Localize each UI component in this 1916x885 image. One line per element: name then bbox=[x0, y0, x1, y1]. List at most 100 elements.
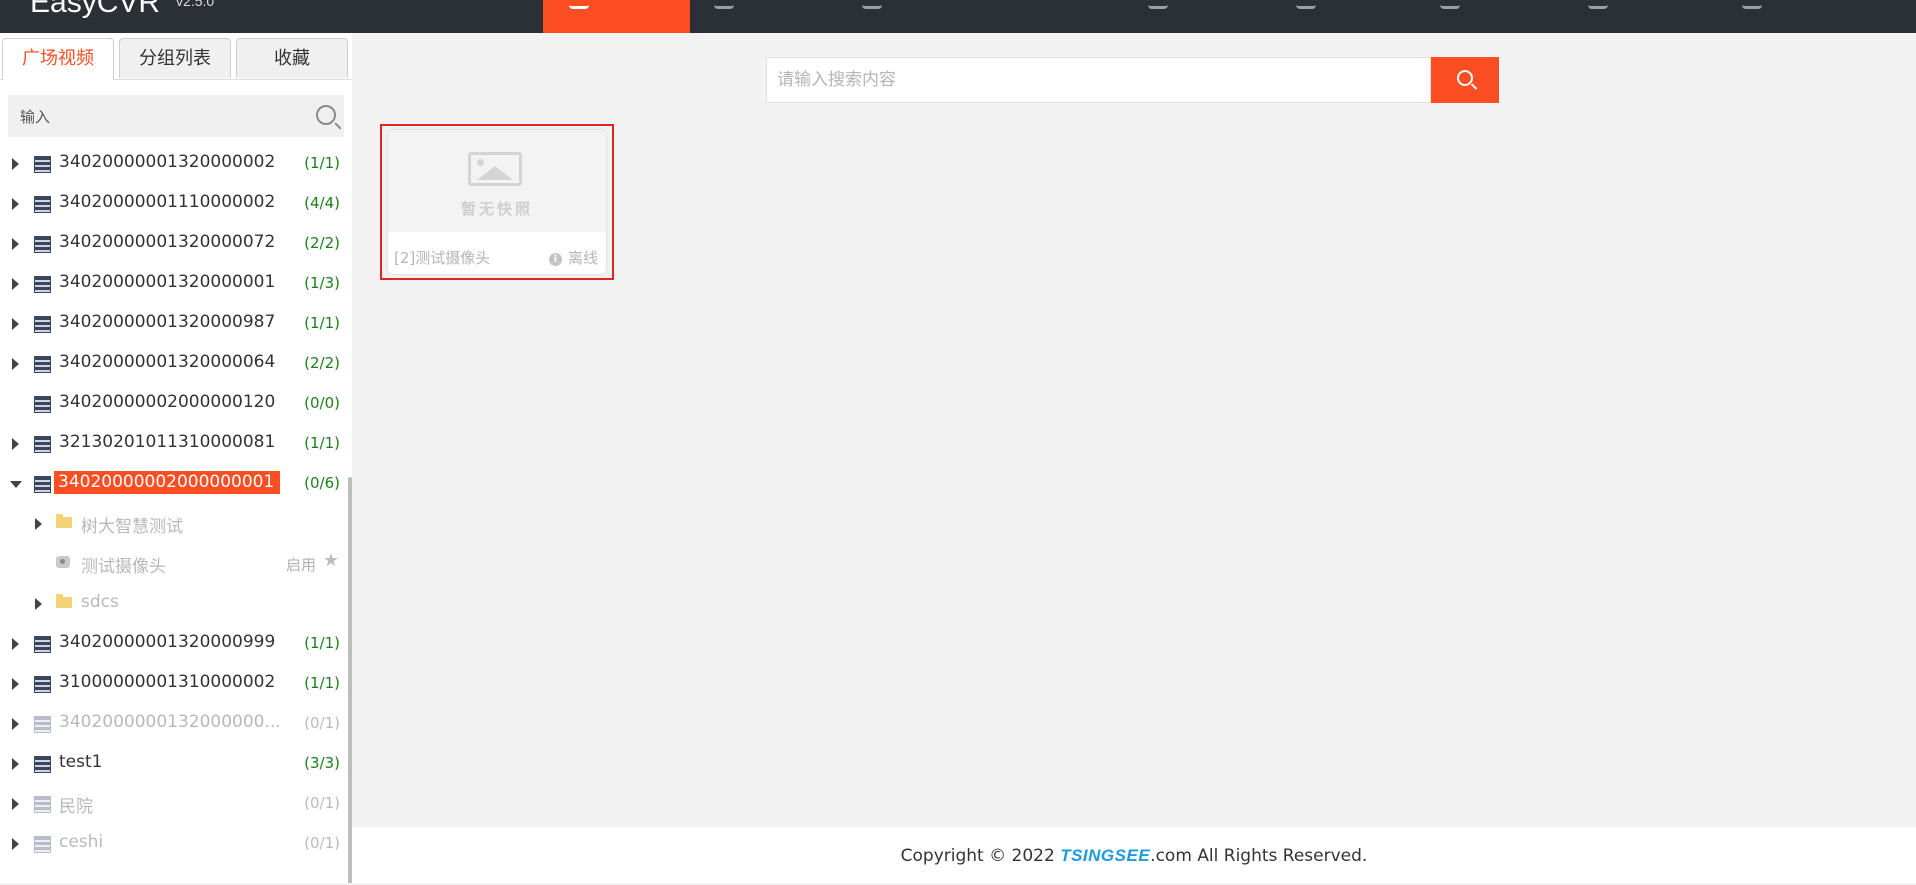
tree-item[interactable]: 34020000001320000999 (1/1) bbox=[0, 624, 346, 664]
tree-item-label: ceshi bbox=[59, 832, 104, 852]
expand-caret-icon[interactable] bbox=[12, 158, 19, 170]
device-icon bbox=[34, 836, 51, 853]
tree-item-count: (4/4) bbox=[304, 194, 340, 212]
tree-item-count: (1/1) bbox=[304, 674, 340, 692]
tree-item-label: 34020000001320000072 bbox=[59, 232, 276, 252]
tree-item[interactable]: 34020000001320000064 (2/2) bbox=[0, 344, 346, 384]
tree-item-count: (3/3) bbox=[304, 754, 340, 772]
version-label: v2.5.0 bbox=[176, 0, 215, 9]
star-icon[interactable]: ★ bbox=[323, 550, 339, 571]
tree-item[interactable]: test1 (3/3) bbox=[0, 744, 346, 784]
tree-item[interactable]: 34020000001320000001 (1/3) bbox=[0, 264, 346, 304]
nav-icon-3[interactable] bbox=[1148, 0, 1168, 9]
tree-item-label: 34020000002000000001 bbox=[54, 471, 281, 494]
camera-thumbnail[interactable]: 暂无快照 bbox=[388, 130, 606, 232]
expand-caret-icon[interactable] bbox=[12, 638, 19, 650]
tree-item-label: 34020000001320000001 bbox=[59, 272, 276, 292]
tree-item[interactable]: 34020000001320000072 (2/2) bbox=[0, 224, 346, 264]
sidebar-scrollbar[interactable] bbox=[348, 477, 352, 883]
tree-item-selected[interactable]: 34020000002000000001 (0/6) bbox=[0, 464, 346, 504]
camera-icon bbox=[56, 556, 70, 568]
expand-caret-icon[interactable] bbox=[35, 598, 42, 610]
tree-subitem-label: 测试摄像头 bbox=[81, 557, 166, 577]
sidebar-search bbox=[8, 95, 344, 139]
nav-icon-5[interactable] bbox=[1440, 0, 1460, 9]
tab-favorites[interactable]: 收藏 bbox=[236, 38, 348, 78]
nav-icon-4[interactable] bbox=[1296, 0, 1316, 9]
camera-enable-status: 启用 bbox=[285, 556, 316, 574]
brand-name: EasyCVR bbox=[30, 0, 161, 19]
tree-item[interactable]: ceshi (0/1) bbox=[0, 824, 346, 864]
expand-caret-icon[interactable] bbox=[12, 758, 19, 770]
tree-item[interactable]: 31000000001310000002 (1/1) bbox=[0, 664, 346, 704]
sidebar: 广场视频 分组列表 收藏 34020000001320000002 (1/1) … bbox=[0, 33, 352, 883]
tree-item-label: 34020000002000000120 bbox=[59, 392, 276, 412]
sidebar-search-input[interactable] bbox=[8, 95, 312, 139]
tree-item[interactable]: 3402000000132000000... (0/1) bbox=[0, 704, 346, 744]
expand-caret-icon[interactable] bbox=[12, 238, 19, 250]
tree-item-count: (1/1) bbox=[304, 634, 340, 652]
expand-caret-icon[interactable] bbox=[12, 838, 19, 850]
camera-card-title: [2]测试摄像头 bbox=[394, 249, 491, 267]
nav-icon-1[interactable] bbox=[714, 0, 734, 9]
tree-subitem-folder[interactable]: sdcs bbox=[0, 584, 346, 624]
sidebar-tabs: 广场视频 分组列表 收藏 bbox=[0, 36, 352, 80]
device-icon bbox=[34, 316, 51, 333]
nav-icon-6[interactable] bbox=[1588, 0, 1608, 9]
info-icon: i bbox=[548, 253, 562, 266]
tree-item[interactable]: 34020000001110000002 (4/4) bbox=[0, 184, 346, 224]
nav-item-active[interactable] bbox=[543, 0, 690, 33]
main-search-input[interactable] bbox=[766, 57, 1431, 103]
tree-item[interactable]: 32130201011310000081 (1/1) bbox=[0, 424, 346, 464]
expand-caret-icon[interactable] bbox=[12, 358, 19, 370]
tab-square-video[interactable]: 广场视频 bbox=[2, 38, 114, 80]
tree-subitem-camera[interactable]: 测试摄像头 启用 ★ bbox=[0, 544, 346, 584]
device-icon bbox=[34, 356, 51, 373]
tree-item[interactable]: 34020000001320000002 (1/1) bbox=[0, 144, 346, 184]
device-icon bbox=[34, 636, 51, 653]
device-icon bbox=[34, 396, 51, 413]
footer: Copyright © 2022 TSINGSEE.com All Rights… bbox=[352, 827, 1916, 883]
expand-caret-icon[interactable] bbox=[12, 198, 19, 210]
tree-item-count: (0/6) bbox=[304, 474, 340, 492]
device-icon bbox=[34, 236, 51, 253]
tree-item-count: (2/2) bbox=[304, 354, 340, 372]
device-icon bbox=[34, 676, 51, 693]
brand-logo: EasyCVR v2.5.0 bbox=[30, 0, 214, 20]
image-placeholder-icon bbox=[468, 152, 522, 186]
tree-item-count: (0/1) bbox=[304, 834, 340, 852]
highlight-frame: 暂无快照 [2]测试摄像头 i 离线 bbox=[380, 124, 614, 280]
tree-item[interactable]: 34020000002000000120 (0/0) bbox=[0, 384, 346, 424]
expand-caret-icon[interactable] bbox=[12, 438, 19, 450]
device-icon bbox=[34, 436, 51, 453]
tree-item-count: (2/2) bbox=[304, 234, 340, 252]
device-icon bbox=[34, 476, 51, 493]
tree-item-label: 34020000001320000064 bbox=[59, 352, 276, 372]
bell-icon[interactable] bbox=[1742, 0, 1762, 9]
expand-caret-icon[interactable] bbox=[35, 518, 42, 530]
tree-subitem-label: 树大智慧测试 bbox=[81, 517, 183, 537]
tree-item[interactable]: 民院 (0/1) bbox=[0, 784, 346, 824]
copyright-suffix: .com All Rights Reserved. bbox=[1150, 846, 1368, 866]
device-icon bbox=[34, 716, 51, 733]
camera-card-status: i 离线 bbox=[548, 247, 598, 268]
camera-card[interactable]: 暂无快照 [2]测试摄像头 i 离线 bbox=[388, 130, 606, 274]
expand-caret-icon[interactable] bbox=[12, 718, 19, 730]
tree-item[interactable]: 34020000001320000987 (1/1) bbox=[0, 304, 346, 344]
nav-icon-2[interactable] bbox=[862, 0, 882, 9]
tree-subitem-folder[interactable]: 树大智慧测试 bbox=[0, 504, 346, 544]
main-search bbox=[766, 57, 1499, 103]
tree-subitem-label: sdcs bbox=[81, 592, 119, 612]
folder-icon bbox=[56, 514, 72, 528]
copyright-prefix: Copyright © 2022 bbox=[900, 846, 1061, 866]
search-icon[interactable] bbox=[316, 105, 336, 125]
expand-caret-icon[interactable] bbox=[12, 678, 19, 690]
collapse-caret-icon[interactable] bbox=[10, 481, 22, 488]
expand-caret-icon[interactable] bbox=[12, 318, 19, 330]
expand-caret-icon[interactable] bbox=[12, 798, 19, 810]
tab-group-list[interactable]: 分组列表 bbox=[119, 38, 231, 78]
tree-item-label: 34020000001110000002 bbox=[59, 192, 276, 212]
main-search-button[interactable] bbox=[1431, 57, 1499, 103]
device-icon bbox=[34, 276, 51, 293]
expand-caret-icon[interactable] bbox=[12, 278, 19, 290]
